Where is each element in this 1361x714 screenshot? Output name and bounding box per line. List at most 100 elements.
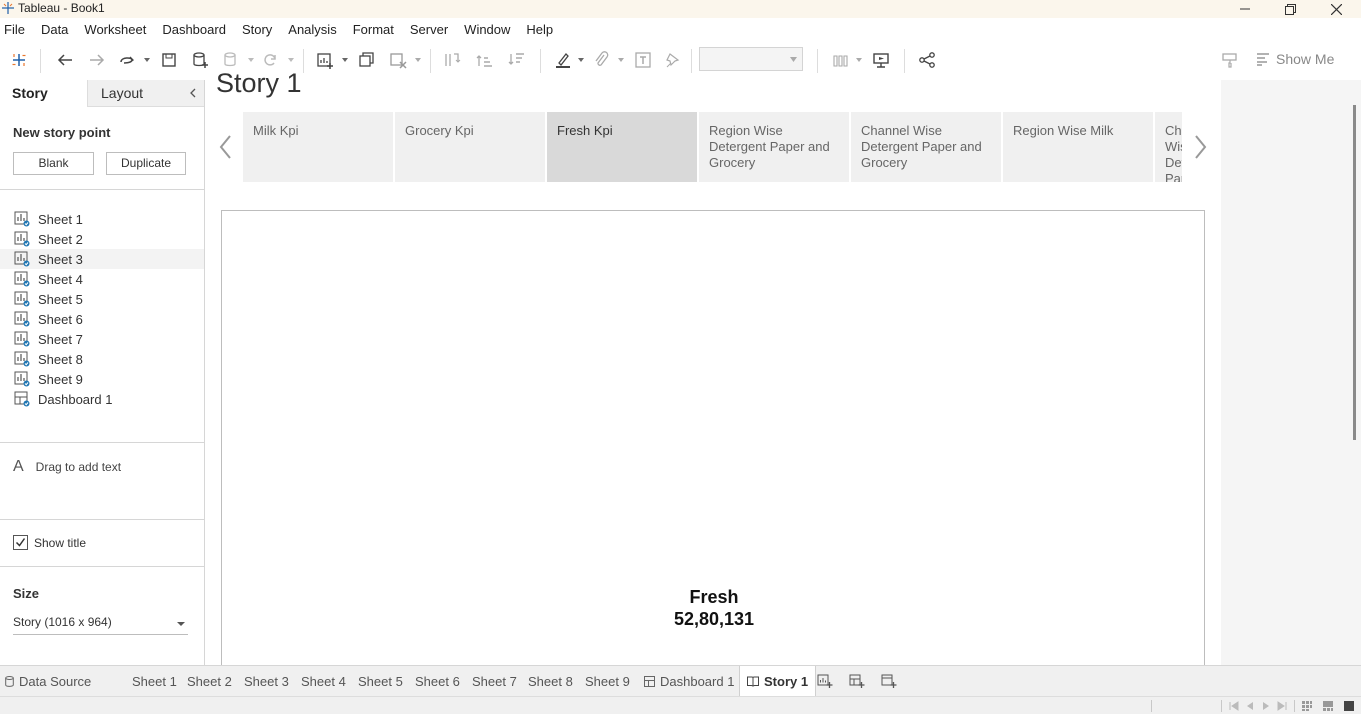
menu-format[interactable]: Format bbox=[353, 19, 394, 41]
sheet-list-item-sheet-7[interactable]: Sheet 7 bbox=[0, 329, 204, 349]
story-point-channel-wise-detergent[interactable]: Channel Wise Detergent Paper and Grocery bbox=[851, 112, 1001, 182]
show-title-checkbox[interactable]: Show title bbox=[13, 535, 86, 550]
sheet-list-item-sheet-6[interactable]: Sheet 6 bbox=[0, 309, 204, 329]
sort-ascending-icon[interactable] bbox=[474, 50, 496, 70]
tab-story-1[interactable]: Story 1 bbox=[739, 666, 817, 696]
new-dashboard-tab-icon[interactable] bbox=[849, 666, 865, 696]
tab-sheet-1[interactable]: Sheet 1 bbox=[132, 666, 177, 696]
chevron-down-icon[interactable] bbox=[578, 58, 584, 62]
toolbar-separator bbox=[430, 49, 431, 73]
show-sheet-sorter-icon[interactable] bbox=[1301, 700, 1313, 712]
fix-axes-pin-icon[interactable] bbox=[662, 50, 684, 70]
format-painter-icon[interactable] bbox=[1219, 50, 1241, 70]
fit-view-icon[interactable] bbox=[829, 50, 851, 70]
story-point-fresh-kpi[interactable]: Fresh Kpi bbox=[547, 112, 697, 182]
chevron-down-icon[interactable] bbox=[415, 58, 421, 62]
sheet-list-item-dashboard-1[interactable]: Dashboard 1 bbox=[0, 389, 204, 409]
story-point-region-wise-milk[interactable]: Region Wise Milk bbox=[1003, 112, 1153, 182]
duplicate-button[interactable]: Duplicate bbox=[106, 152, 186, 175]
story-point-channel-wise-frozen[interactable]: Channel Wise Detergent Paper and Frozen bbox=[1155, 112, 1182, 182]
next-sheet-icon[interactable] bbox=[1260, 700, 1272, 712]
tab-data-source[interactable]: Data Source bbox=[5, 666, 91, 696]
redo-icon[interactable] bbox=[86, 50, 108, 70]
menu-story[interactable]: Story bbox=[242, 19, 272, 41]
drag-to-add-text[interactable]: A Drag to add text bbox=[13, 458, 121, 476]
menu-worksheet[interactable]: Worksheet bbox=[84, 19, 146, 41]
new-worksheet-tab-icon[interactable] bbox=[817, 666, 833, 696]
menu-data[interactable]: Data bbox=[41, 19, 68, 41]
sheet-list-item-sheet-9[interactable]: Sheet 9 bbox=[0, 369, 204, 389]
story-point-region-wise-detergent[interactable]: Region Wise Detergent Paper and Grocery bbox=[699, 112, 849, 182]
replay-icon[interactable] bbox=[116, 50, 138, 70]
sheet-list-item-label: Dashboard 1 bbox=[38, 391, 113, 407]
sheet-list-item-sheet-5[interactable]: Sheet 5 bbox=[0, 289, 204, 309]
chevron-left-icon[interactable] bbox=[187, 86, 199, 100]
show-mark-labels-icon[interactable] bbox=[632, 50, 654, 70]
checkbox-checked-icon[interactable] bbox=[13, 535, 28, 550]
story-point-content[interactable]: Fresh 52,80,131 bbox=[221, 210, 1205, 666]
chevron-down-icon[interactable] bbox=[856, 58, 862, 62]
next-story-point-icon[interactable] bbox=[1192, 134, 1208, 160]
tab-story[interactable]: Story bbox=[0, 80, 87, 107]
share-icon[interactable] bbox=[916, 50, 938, 70]
tab-sheet-6[interactable]: Sheet 6 bbox=[415, 666, 460, 696]
undo-icon[interactable] bbox=[54, 50, 76, 70]
fit-dropdown[interactable] bbox=[699, 47, 803, 71]
tab-sheet-5[interactable]: Sheet 5 bbox=[358, 666, 403, 696]
tab-sheet-9[interactable]: Sheet 9 bbox=[585, 666, 630, 696]
story-title[interactable]: Story 1 bbox=[216, 68, 302, 99]
blank-button[interactable]: Blank bbox=[13, 152, 94, 175]
menu-dashboard[interactable]: Dashboard bbox=[162, 19, 226, 41]
minimize-icon[interactable] bbox=[1222, 0, 1268, 18]
chevron-down-icon[interactable] bbox=[288, 58, 294, 62]
show-tabs-icon[interactable] bbox=[1343, 700, 1355, 712]
last-sheet-icon[interactable] bbox=[1276, 700, 1288, 712]
sheet-list-item-sheet-2[interactable]: Sheet 2 bbox=[0, 229, 204, 249]
duplicate-sheet-icon[interactable] bbox=[356, 50, 378, 70]
menu-server[interactable]: Server bbox=[410, 19, 448, 41]
menu-window[interactable]: Window bbox=[464, 19, 510, 41]
clear-sheet-icon[interactable] bbox=[387, 50, 409, 70]
menu-analysis[interactable]: Analysis bbox=[288, 19, 336, 41]
chevron-down-icon[interactable] bbox=[144, 58, 150, 62]
save-icon[interactable] bbox=[158, 50, 180, 70]
pause-updates-icon[interactable] bbox=[219, 50, 241, 70]
sheet-list-item-sheet-1[interactable]: Sheet 1 bbox=[0, 209, 204, 229]
show-filmstrip-icon[interactable] bbox=[1322, 700, 1334, 712]
scrollbar-thumb[interactable] bbox=[1353, 105, 1356, 440]
new-data-source-icon[interactable] bbox=[189, 50, 211, 70]
first-sheet-icon[interactable] bbox=[1228, 700, 1240, 712]
show-me-button[interactable]: Show Me bbox=[1256, 51, 1334, 67]
sheet-list-item-sheet-8[interactable]: Sheet 8 bbox=[0, 349, 204, 369]
menu-file[interactable]: File bbox=[4, 19, 25, 41]
tab-sheet-3[interactable]: Sheet 3 bbox=[244, 666, 289, 696]
menu-help[interactable]: Help bbox=[526, 19, 553, 41]
chevron-down-icon[interactable] bbox=[248, 58, 254, 62]
chevron-down-icon[interactable] bbox=[342, 58, 348, 62]
new-story-tab-icon[interactable] bbox=[881, 666, 897, 696]
story-point-grocery-kpi[interactable]: Grocery Kpi bbox=[395, 112, 545, 182]
tab-sheet-7[interactable]: Sheet 7 bbox=[472, 666, 517, 696]
highlight-icon[interactable] bbox=[552, 50, 574, 70]
sheet-list-item-sheet-3[interactable]: Sheet 3 bbox=[0, 249, 204, 269]
story-size-dropdown[interactable]: Story (1016 x 964) bbox=[13, 615, 188, 635]
maximize-icon[interactable] bbox=[1267, 0, 1313, 18]
previous-story-point-icon[interactable] bbox=[218, 134, 234, 160]
story-point-milk-kpi[interactable]: Milk Kpi bbox=[243, 112, 393, 182]
new-worksheet-icon[interactable] bbox=[314, 50, 336, 70]
refresh-icon[interactable] bbox=[259, 50, 281, 70]
tab-sheet-4[interactable]: Sheet 4 bbox=[301, 666, 346, 696]
swap-rows-columns-icon[interactable] bbox=[441, 50, 463, 70]
sheet-list-item-sheet-4[interactable]: Sheet 4 bbox=[0, 269, 204, 289]
tab-dashboard-1[interactable]: Dashboard 1 bbox=[644, 666, 734, 696]
presentation-mode-icon[interactable] bbox=[870, 50, 892, 70]
tableau-home-icon[interactable] bbox=[8, 50, 30, 70]
chevron-down-icon[interactable] bbox=[618, 58, 624, 62]
sort-descending-icon[interactable] bbox=[506, 50, 528, 70]
vertical-scrollbar[interactable] bbox=[1350, 80, 1361, 665]
close-icon[interactable] bbox=[1313, 0, 1359, 18]
tab-sheet-2[interactable]: Sheet 2 bbox=[187, 666, 232, 696]
tab-sheet-8[interactable]: Sheet 8 bbox=[528, 666, 573, 696]
previous-sheet-icon[interactable] bbox=[1244, 700, 1256, 712]
group-members-icon[interactable] bbox=[590, 50, 612, 70]
